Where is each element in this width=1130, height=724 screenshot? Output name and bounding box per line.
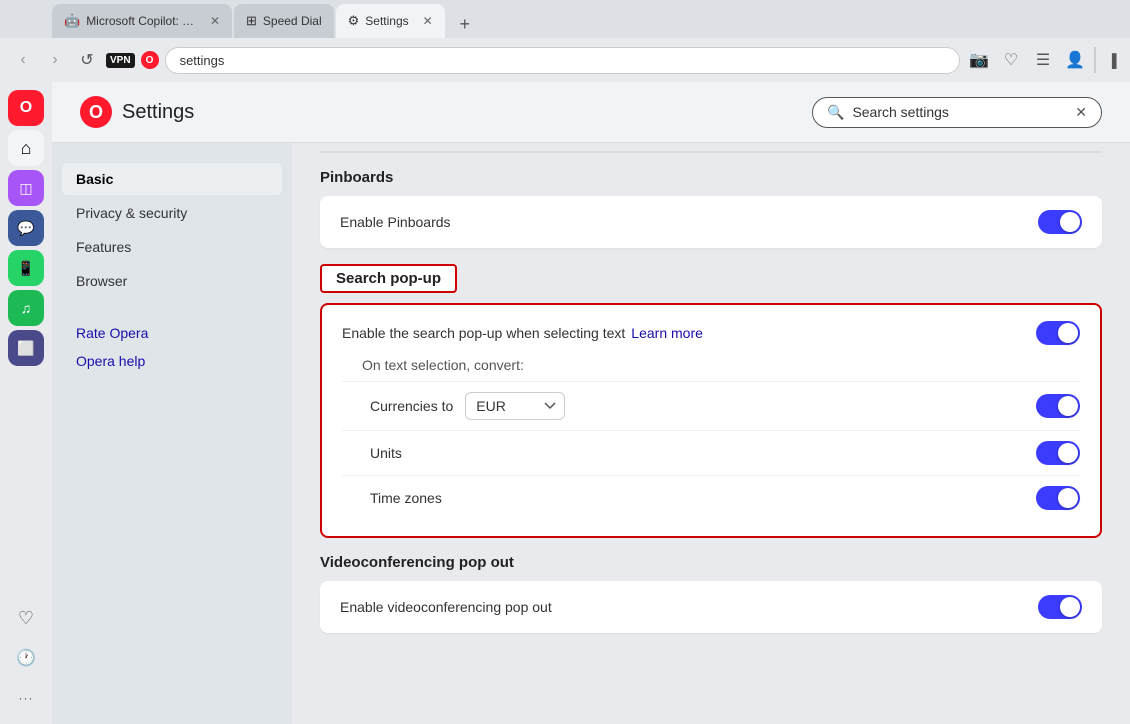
enable-pinboards-toggle[interactable] <box>1038 210 1082 234</box>
search-popup-box: Enable the search pop-up when selecting … <box>320 303 1102 538</box>
url-text: settings <box>180 53 945 68</box>
toolbar-icons: 📷 ♡ ☰ 👤 ▐ <box>966 47 1120 73</box>
learn-more-link[interactable]: Learn more <box>631 325 703 341</box>
timezones-label: Time zones <box>342 490 1036 506</box>
currencies-row: Currencies to EUR USD GBP JPY <box>342 381 1080 430</box>
pinboards-section: Pinboards Enable Pinboards <box>320 169 1102 248</box>
forward-button[interactable]: › <box>42 47 68 73</box>
browser-body: O ⌂ ◫ 💬 📱 ♫ ⬜ ♡ 🕐 ··· O Settings 🔍 <box>0 82 1130 724</box>
sidebar-icon-extension[interactable]: ⬜ <box>8 330 44 366</box>
tab-copilot-icon: 🤖 <box>64 13 80 29</box>
settings-body: Basic Privacy & security Features Browse… <box>52 143 1130 724</box>
opera-help-link[interactable]: Opera help <box>62 347 282 375</box>
menu-icon[interactable]: ☰ <box>1030 47 1056 73</box>
on-text-selection-label: On text selection, convert: <box>342 357 1080 373</box>
account-icon[interactable]: 👤 <box>1062 47 1088 73</box>
videoconferencing-section: Videoconferencing pop out Enable videoco… <box>320 554 1102 633</box>
enable-videoconf-label: Enable videoconferencing pop out <box>340 599 1038 615</box>
sidebar-icon-whatsapp[interactable]: 📱 <box>8 250 44 286</box>
settings-nav-item-browser[interactable]: Browser <box>62 265 282 297</box>
tab-speeddial-icon: ⊞ <box>246 13 257 29</box>
sidebar-icon-spotify[interactable]: ♫ <box>8 290 44 326</box>
opera-address-icon: O <box>141 51 159 69</box>
search-popup-main-toggle[interactable] <box>1036 321 1080 345</box>
scroll-top-indicator <box>320 151 1102 153</box>
vpn-badge[interactable]: VPN <box>106 53 135 68</box>
sidebar-toggle-icon[interactable]: ▐ <box>1094 47 1120 73</box>
tab-settings[interactable]: ⚙ Settings ✕ <box>336 4 445 38</box>
currencies-label: Currencies to <box>342 398 453 414</box>
currencies-dropdown[interactable]: EUR USD GBP JPY <box>465 392 565 420</box>
search-popup-section: Search pop-up Enable the search pop-up w… <box>320 264 1102 538</box>
search-popup-main-row: Enable the search pop-up when selecting … <box>342 321 1080 345</box>
videoconferencing-title: Videoconferencing pop out <box>320 554 1102 571</box>
settings-nav-item-basic[interactable]: Basic <box>62 163 282 195</box>
sidebar-icon-opera[interactable]: O <box>8 90 44 126</box>
settings-page-title: Settings <box>122 101 194 124</box>
new-tab-button[interactable]: + <box>451 10 479 38</box>
rate-opera-link[interactable]: Rate Opera <box>62 319 282 347</box>
settings-nav-item-features[interactable]: Features <box>62 231 282 263</box>
camera-icon[interactable]: 📷 <box>966 47 992 73</box>
units-toggle[interactable] <box>1036 441 1080 465</box>
units-row: Units <box>342 430 1080 475</box>
refresh-button[interactable]: ↺ <box>74 47 100 73</box>
back-button[interactable]: ‹ <box>10 47 36 73</box>
search-clear-icon[interactable]: ✕ <box>1075 104 1087 121</box>
sidebar-icon-more[interactable]: ··· <box>8 680 44 716</box>
settings-nav-item-privacy[interactable]: Privacy & security <box>62 197 282 229</box>
tab-settings-label: Settings <box>365 14 408 28</box>
settings-nav: Basic Privacy & security Features Browse… <box>52 143 292 724</box>
timezones-row: Time zones <box>342 475 1080 520</box>
tab-speeddial[interactable]: ⊞ Speed Dial <box>234 4 334 38</box>
timezones-toggle[interactable] <box>1036 486 1080 510</box>
tab-settings-icon: ⚙ <box>348 13 360 29</box>
search-input[interactable] <box>852 104 1067 120</box>
sidebar: O ⌂ ◫ 💬 📱 ♫ ⬜ ♡ 🕐 ··· <box>0 82 52 724</box>
search-icon: 🔍 <box>827 104 844 121</box>
sidebar-icon-apps[interactable]: ◫ <box>8 170 44 206</box>
sidebar-icon-history[interactable]: 🕐 <box>8 640 44 676</box>
browser-window: 🤖 Microsoft Copilot: Your AI ✕ ⊞ Speed D… <box>0 0 1130 724</box>
tab-copilot-label: Microsoft Copilot: Your AI <box>86 14 196 28</box>
enable-videoconf-toggle[interactable] <box>1038 595 1082 619</box>
settings-content: Pinboards Enable Pinboards Search pop-up <box>292 143 1130 724</box>
enable-pinboards-label: Enable Pinboards <box>340 214 1038 230</box>
pinboards-title: Pinboards <box>320 169 1102 186</box>
address-bar-input[interactable]: settings <box>165 47 960 74</box>
currencies-toggle[interactable] <box>1036 394 1080 418</box>
settings-page: O Settings 🔍 ✕ Basic Privacy & security … <box>52 82 1130 724</box>
favorites-icon[interactable]: ♡ <box>998 47 1024 73</box>
tab-settings-close[interactable]: ✕ <box>423 14 433 28</box>
units-label: Units <box>342 445 1036 461</box>
tab-copilot-close[interactable]: ✕ <box>210 14 220 28</box>
sidebar-icon-messenger[interactable]: 💬 <box>8 210 44 246</box>
sidebar-icon-home[interactable]: ⌂ <box>8 130 44 166</box>
search-bar-container: 🔍 ✕ <box>812 97 1102 128</box>
opera-logo: O <box>80 96 112 128</box>
tab-speeddial-label: Speed Dial <box>263 14 322 28</box>
enable-pinboards-row: Enable Pinboards <box>320 196 1102 248</box>
enable-videoconf-row: Enable videoconferencing pop out <box>320 581 1102 633</box>
search-popup-main-label: Enable the search pop-up when selecting … <box>342 325 625 341</box>
tab-copilot[interactable]: 🤖 Microsoft Copilot: Your AI ✕ <box>52 4 232 38</box>
search-popup-title: Search pop-up <box>320 264 457 293</box>
sidebar-icon-heart[interactable]: ♡ <box>8 600 44 636</box>
search-bar[interactable]: 🔍 ✕ <box>812 97 1102 128</box>
tab-bar-area: 🤖 Microsoft Copilot: Your AI ✕ ⊞ Speed D… <box>0 0 1130 82</box>
settings-header: O Settings 🔍 ✕ <box>52 82 1130 143</box>
